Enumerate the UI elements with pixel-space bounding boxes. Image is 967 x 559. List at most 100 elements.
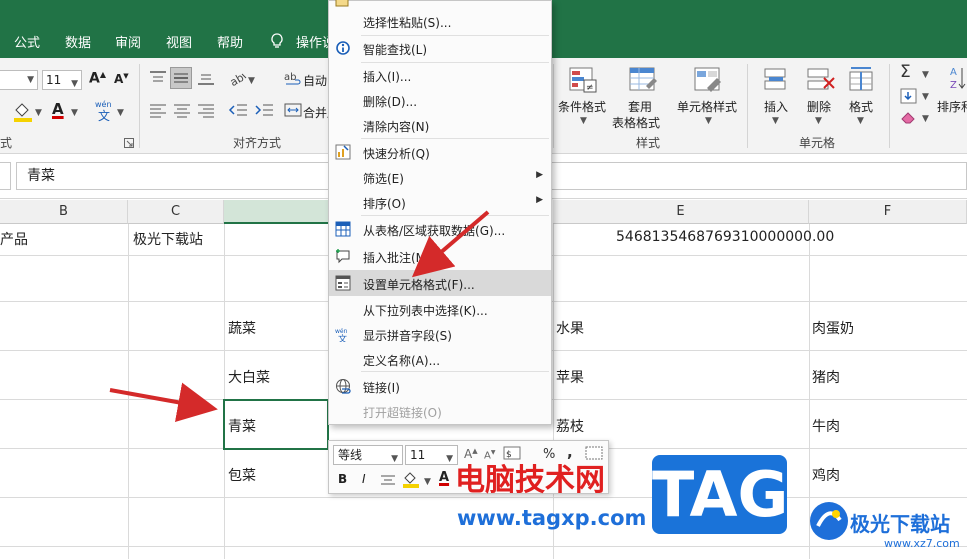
menu-item-delete[interactable]: 删除(D)... xyxy=(329,87,551,113)
cell-e4[interactable]: 苹果 xyxy=(556,367,584,387)
chevron-down-icon[interactable]: ▼ xyxy=(857,116,864,126)
mini-bold-button[interactable]: B xyxy=(338,472,347,486)
insert-cells-icon[interactable] xyxy=(763,66,791,96)
tab-formulas[interactable]: 公式 xyxy=(14,32,40,51)
sort-filter-label[interactable]: 排序和 xyxy=(937,98,967,115)
insert-cells-label[interactable]: 插入 xyxy=(764,98,788,115)
menu-item-define-name[interactable]: 定义名称(A)... xyxy=(329,346,551,372)
decrease-font-icon[interactable]: A▼ xyxy=(114,72,129,86)
tab-review[interactable]: 审阅 xyxy=(115,32,141,51)
cell-f4[interactable]: 猪肉 xyxy=(812,367,840,387)
menu-item-insert[interactable]: 插入(I)... xyxy=(329,62,551,88)
align-center-icon[interactable] xyxy=(173,102,191,118)
delete-cells-icon[interactable] xyxy=(806,66,836,96)
dialog-launcher-icon[interactable] xyxy=(124,138,134,148)
cell-c1[interactable]: 极光下载站 xyxy=(133,229,203,249)
column-header-d[interactable] xyxy=(224,200,330,224)
mini-align-center-icon[interactable] xyxy=(380,474,396,486)
cell-e3[interactable]: 水果 xyxy=(556,318,584,338)
fill-down-icon[interactable] xyxy=(900,88,918,104)
clear-eraser-icon[interactable] xyxy=(900,110,918,124)
align-right-icon[interactable] xyxy=(197,102,215,118)
menu-item-pick-from-list[interactable]: 从下拉列表中选择(K)... xyxy=(329,296,551,322)
chevron-down-icon[interactable]: ▼ xyxy=(71,108,78,118)
phonetic-icon[interactable]: wén 文 xyxy=(94,98,116,122)
cell-e1[interactable]: 5468135468769310000000.00 xyxy=(616,229,834,245)
font-name-select[interactable]: ▼ xyxy=(0,70,38,90)
menu-item-show-phonetic[interactable]: wén 文 显示拼音字段(S) xyxy=(329,321,551,347)
conditional-format-label[interactable]: 条件格式 xyxy=(558,98,606,115)
chevron-down-icon[interactable]: ▼ xyxy=(705,116,712,126)
cell-styles-icon[interactable] xyxy=(693,66,723,96)
chevron-down-icon[interactable]: ▼ xyxy=(35,108,42,118)
cell-f6[interactable]: 鸡肉 xyxy=(812,465,840,485)
cell-f3[interactable]: 肉蛋奶 xyxy=(812,318,854,338)
svg-text:wén: wén xyxy=(95,99,112,109)
increase-font-icon[interactable]: A▲ xyxy=(89,70,106,87)
tab-data[interactable]: 数据 xyxy=(65,32,91,51)
menu-item-link[interactable]: 链接(I) xyxy=(329,373,551,399)
delete-cells-label[interactable]: 删除 xyxy=(807,98,831,115)
cell-e5[interactable]: 荔枝 xyxy=(556,416,584,436)
chevron-down-icon[interactable]: ▼ xyxy=(922,92,929,102)
format-cells-icon[interactable] xyxy=(848,66,876,96)
mini-italic-button[interactable]: I xyxy=(362,472,366,486)
menu-item-clear-contents[interactable]: 清除内容(N) xyxy=(329,112,551,138)
table-format-label-2[interactable]: 表格格式 xyxy=(612,114,660,131)
column-header-b[interactable]: B xyxy=(0,200,128,224)
align-top-icon[interactable] xyxy=(149,70,167,86)
menu-item-smart-lookup[interactable]: 智能查找(L) xyxy=(329,35,551,61)
merge-center-icon[interactable] xyxy=(284,102,302,118)
cell-b1[interactable]: 产品 xyxy=(0,229,28,249)
chevron-down-icon[interactable]: ▼ xyxy=(922,70,929,80)
sort-filter-icon[interactable]: A Z xyxy=(948,64,967,94)
mini-font-color-icon[interactable]: A xyxy=(439,470,449,485)
cell-d3[interactable]: 蔬菜 xyxy=(228,318,256,338)
wrap-text-label[interactable]: 自动 xyxy=(303,72,327,89)
tab-view[interactable]: 视图 xyxy=(166,32,192,51)
cell-d6[interactable]: 包菜 xyxy=(228,465,256,485)
submenu-arrow-icon: ▶ xyxy=(536,170,543,180)
menu-item-insert-comment[interactable]: 插入批注(M) xyxy=(329,243,551,269)
align-middle-button[interactable] xyxy=(170,67,192,89)
font-size-select[interactable]: 11 ▼ xyxy=(42,70,82,90)
cell-d4[interactable]: 大白菜 xyxy=(228,367,270,387)
format-label[interactable]: 格式 xyxy=(849,98,873,115)
column-header-e[interactable]: E xyxy=(553,200,809,224)
font-color-icon[interactable]: A xyxy=(52,100,64,118)
menu-item-format-cells[interactable]: 设置单元格格式(F)... xyxy=(329,270,551,296)
increase-indent-icon[interactable] xyxy=(254,102,274,118)
menu-item-sort[interactable]: 排序(O) ▶ xyxy=(329,189,551,215)
cell-styles-label[interactable]: 单元格样式 xyxy=(677,98,737,115)
decrease-indent-icon[interactable] xyxy=(228,102,248,118)
name-box[interactable] xyxy=(0,162,11,190)
column-header-c[interactable]: C xyxy=(128,200,224,224)
chevron-down-icon[interactable]: ▼ xyxy=(922,114,929,124)
chevron-down-icon[interactable]: ▼ xyxy=(117,108,124,118)
tab-help[interactable]: 帮助 xyxy=(217,32,243,51)
chevron-down-icon[interactable]: ▼ xyxy=(424,477,431,487)
mini-font-name-select[interactable]: 等线 ▼ xyxy=(333,445,403,465)
table-format-label-1[interactable]: 套用 xyxy=(628,98,652,115)
conditional-format-icon[interactable]: ≠ xyxy=(568,66,598,96)
mini-fill-color-icon[interactable] xyxy=(401,469,421,489)
column-header-f[interactable]: F xyxy=(809,200,967,224)
chevron-down-icon[interactable]: ▼ xyxy=(248,76,255,86)
menu-item-paste-special[interactable]: 选择性粘贴(S)... xyxy=(329,8,551,34)
cell-f5[interactable]: 牛肉 xyxy=(812,416,840,436)
align-bottom-icon[interactable] xyxy=(197,70,215,86)
align-left-icon[interactable] xyxy=(149,102,167,118)
fill-color-icon[interactable] xyxy=(12,100,34,122)
chevron-down-icon[interactable]: ▼ xyxy=(580,116,587,126)
chevron-down-icon[interactable]: ▼ xyxy=(815,116,822,126)
wrap-text-icon[interactable]: ab xyxy=(284,70,302,88)
chevron-down-icon[interactable]: ▼ xyxy=(772,116,779,126)
menu-item-quick-analysis[interactable]: 快速分析(Q) xyxy=(329,139,551,165)
font-size-value: 11 xyxy=(46,73,62,87)
table-format-icon[interactable] xyxy=(628,66,658,96)
autosum-icon[interactable]: Σ xyxy=(900,62,911,82)
menu-item-get-data-from-table[interactable]: 从表格/区域获取数据(G)... xyxy=(329,216,551,242)
mini-font-size-select[interactable]: 11 ▼ xyxy=(405,445,458,465)
menu-item-filter[interactable]: 筛选(E) ▶ xyxy=(329,164,551,190)
orientation-icon[interactable]: ab xyxy=(228,70,248,88)
